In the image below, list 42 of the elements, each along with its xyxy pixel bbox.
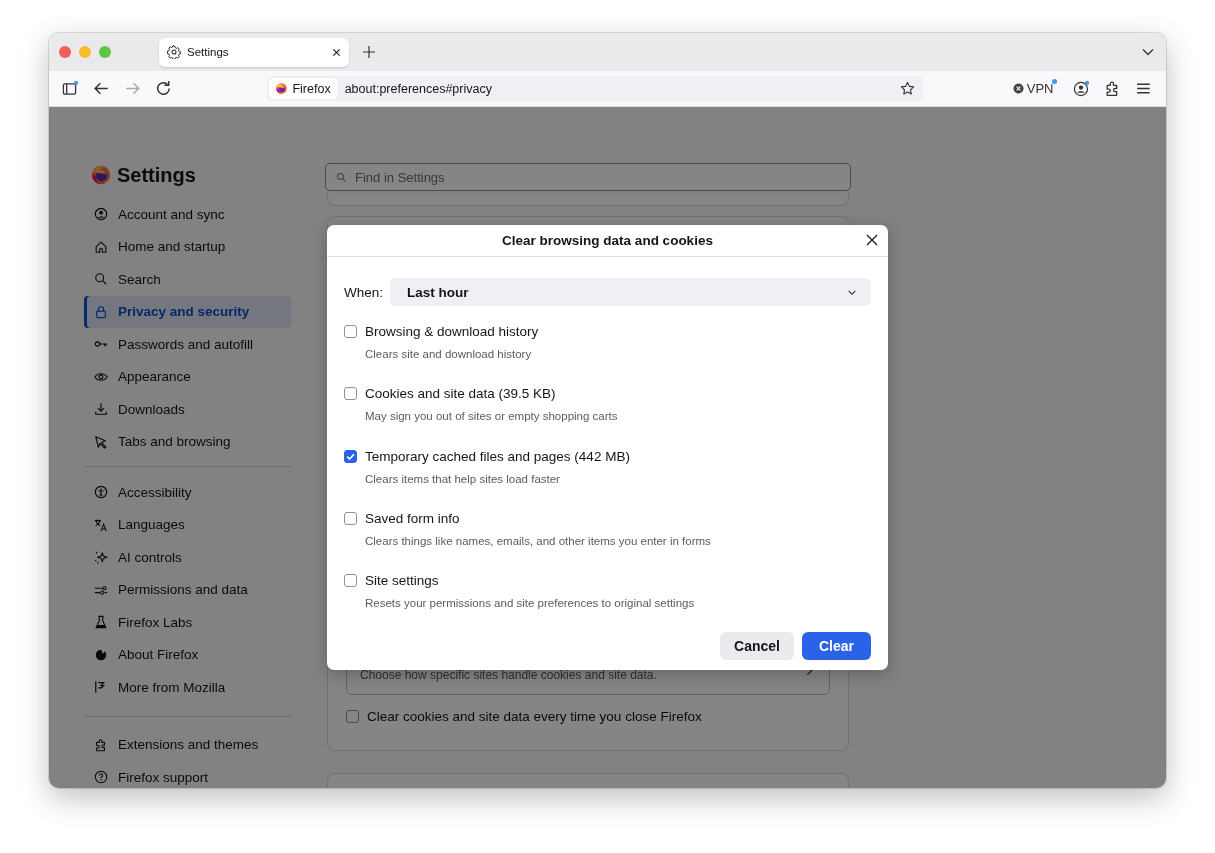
sidebar-item[interactable]: Appearance <box>84 360 291 393</box>
sidebar-item[interactable]: AI controls <box>84 541 291 574</box>
option-description: May sign you out of sites or empty shopping carts <box>365 410 619 423</box>
sidebar-item[interactable]: Privacy and security <box>84 295 291 328</box>
option-description: Clears things like names, emails, and other items you enter in forms <box>365 534 712 547</box>
sidebar-title: Settings <box>117 163 196 187</box>
cancel-button[interactable]: Cancel <box>720 632 794 661</box>
option-description: Clears items that help sites load faster <box>365 472 561 485</box>
tab-title: Settings <box>187 46 230 58</box>
sidebar-item[interactable]: Firefox Labs <box>84 606 291 639</box>
sidebar-item[interactable]: Extensions and themes <box>84 728 291 761</box>
address-bar[interactable]: Firefox about:preferences#privacy <box>267 76 923 101</box>
sidebar-item[interactable]: Permissions and data <box>84 573 291 606</box>
clear-button[interactable]: Clear <box>801 632 871 661</box>
sidebar-item[interactable]: Passwords and autofill <box>84 328 291 361</box>
sidebar-item[interactable]: Accessibility <box>84 476 291 509</box>
search-field[interactable]: Find in Settings <box>325 163 851 191</box>
url-text: about:preferences#privacy <box>344 81 492 96</box>
checkbox-label: Site settings <box>365 573 439 589</box>
sidebar-item[interactable]: Languages <box>84 508 291 541</box>
sidebar-item[interactable]: Account and sync <box>84 198 291 231</box>
browser-tab[interactable]: Settings <box>159 37 349 67</box>
sidebar-item[interactable]: More from Mozilla <box>84 671 291 704</box>
sidebar-item[interactable]: Search <box>84 263 291 296</box>
vpn-button[interactable]: VPN <box>1012 81 1054 96</box>
checkbox-label: Temporary cached files and pages (442 MB) <box>365 448 630 464</box>
sidebar-item[interactable]: Home and startup <box>84 230 291 263</box>
checkbox-label: Browsing & download history <box>365 324 539 339</box>
sidebar-item[interactable]: About Firefox <box>84 638 291 671</box>
checkbox-label: Clear cookies and site data every time you close Firefox <box>367 709 702 724</box>
when-label: When: <box>344 284 384 300</box>
sidebar-item[interactable]: Tabs and browsing <box>84 425 291 458</box>
option-description: Resets your permissions and site preferences to original settings <box>365 597 696 610</box>
time-range-dropdown[interactable]: Last hour <box>390 278 871 306</box>
checkbox-label: Cookies and site data (39.5 KB) <box>365 386 556 402</box>
option-description: Clears site and download history <box>365 348 533 360</box>
identity-chip[interactable]: Firefox <box>269 78 337 99</box>
sidebar-item[interactable]: Downloads <box>84 393 291 426</box>
identity-label: Firefox <box>292 81 331 96</box>
sidebar-item[interactable]: Firefox support <box>84 761 291 788</box>
dialog-title: Clear browsing data and cookies <box>502 233 713 248</box>
checkbox-label: Saved form info <box>365 510 460 526</box>
